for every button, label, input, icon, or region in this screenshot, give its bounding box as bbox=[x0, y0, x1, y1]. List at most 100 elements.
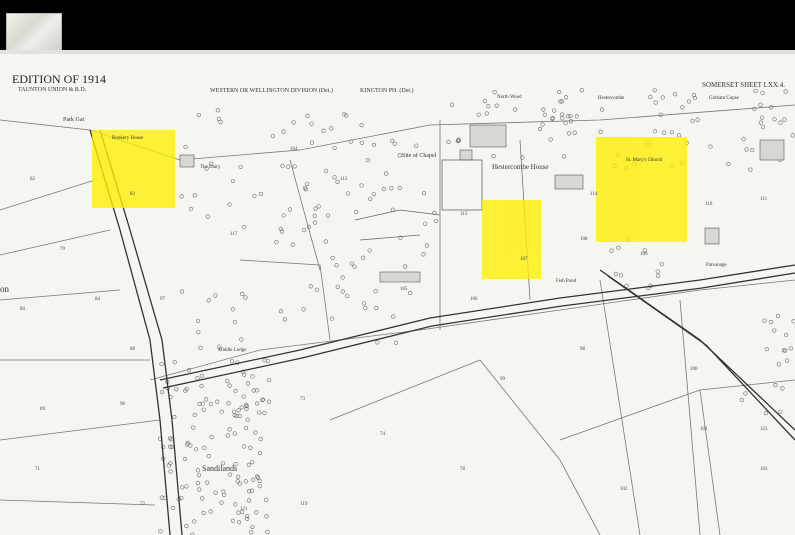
tree-symbol bbox=[216, 116, 221, 122]
tree-symbol bbox=[286, 164, 291, 169]
parcel-number: 84 bbox=[95, 297, 101, 302]
tree-symbol bbox=[708, 144, 713, 149]
tree-symbol bbox=[741, 137, 746, 142]
tree-symbol bbox=[421, 252, 426, 257]
tree-symbol bbox=[572, 130, 577, 135]
parcel-number: 119 bbox=[300, 502, 308, 507]
tree-symbol bbox=[180, 485, 185, 490]
tree-symbol bbox=[359, 183, 364, 188]
tree-symbol bbox=[182, 456, 188, 462]
tree-symbol bbox=[541, 107, 546, 112]
tree-symbol bbox=[368, 196, 373, 201]
tree-symbol bbox=[652, 88, 657, 93]
tree-symbol bbox=[219, 500, 224, 505]
parcel-number: 100 bbox=[690, 367, 698, 372]
tree-symbol bbox=[330, 255, 335, 261]
parcel-number: 83 bbox=[130, 192, 136, 197]
tree-symbol bbox=[785, 358, 790, 363]
tree-symbol bbox=[195, 376, 200, 381]
tree-symbol bbox=[321, 128, 326, 133]
tree-symbol bbox=[308, 284, 313, 289]
tree-symbol bbox=[241, 394, 246, 399]
highlight-hestercombe-south[interactable] bbox=[482, 200, 541, 279]
tree-symbol bbox=[230, 178, 236, 184]
tree-symbol bbox=[613, 271, 618, 276]
tree-symbol bbox=[574, 114, 579, 119]
tree-symbol bbox=[213, 490, 218, 495]
tree-symbol bbox=[758, 120, 763, 125]
tree-symbol bbox=[179, 194, 184, 199]
place-fish-pond: Fish Pond bbox=[556, 279, 577, 284]
tree-symbol bbox=[374, 305, 379, 311]
tree-symbol bbox=[762, 318, 767, 323]
tree-symbol bbox=[264, 497, 269, 502]
tree-symbol bbox=[215, 108, 220, 113]
tree-symbol bbox=[301, 307, 306, 312]
tree-symbol bbox=[655, 273, 661, 278]
tree-symbol bbox=[209, 401, 214, 407]
tree-symbol bbox=[653, 100, 658, 105]
tree-symbol bbox=[648, 94, 653, 99]
tree-symbol bbox=[618, 273, 624, 278]
tree-symbol bbox=[769, 319, 774, 325]
tree-symbol bbox=[775, 313, 781, 319]
parcel-number: 74 bbox=[380, 432, 386, 437]
tree-symbol bbox=[227, 383, 232, 388]
tree-symbol bbox=[672, 92, 678, 97]
tree-symbol bbox=[482, 99, 488, 104]
tree-symbol bbox=[739, 397, 744, 403]
parish-label: KINGTON PH. (Det.) bbox=[360, 88, 414, 94]
tree-symbol bbox=[332, 145, 337, 151]
tree-symbol bbox=[226, 401, 231, 406]
tree-symbol bbox=[658, 112, 663, 117]
tree-symbol bbox=[393, 340, 399, 345]
tree-symbol bbox=[760, 125, 766, 130]
tree-symbol bbox=[250, 460, 255, 465]
tree-symbol bbox=[252, 193, 257, 198]
highlight-st-marys[interactable] bbox=[596, 137, 687, 242]
tree-symbol bbox=[245, 381, 251, 386]
tree-symbol bbox=[243, 479, 248, 484]
tree-symbol bbox=[566, 114, 571, 119]
place-hestercombe-top: Hestercombe bbox=[598, 96, 625, 101]
tree-symbol bbox=[690, 118, 695, 123]
tree-symbol bbox=[242, 444, 247, 449]
tree-symbol bbox=[329, 126, 334, 131]
place-the-dairy: The Dairy bbox=[200, 165, 221, 170]
tree-symbol bbox=[243, 295, 248, 300]
tree-symbol bbox=[266, 377, 272, 383]
tree-symbol bbox=[772, 117, 777, 122]
tree-symbol bbox=[491, 154, 496, 159]
tree-symbol bbox=[660, 95, 665, 100]
parcel-number: 111 bbox=[760, 197, 768, 202]
parcel-number: 121 bbox=[240, 507, 248, 512]
tree-symbol bbox=[249, 530, 254, 535]
tree-symbol bbox=[772, 328, 777, 333]
tree-symbol bbox=[389, 186, 394, 191]
tree-symbol bbox=[236, 474, 241, 479]
tree-symbol bbox=[195, 318, 201, 324]
tree-symbol bbox=[205, 214, 210, 219]
tree-symbol bbox=[769, 105, 774, 110]
tree-symbol bbox=[258, 437, 263, 442]
tree-symbol bbox=[563, 95, 569, 100]
tree-symbol bbox=[492, 90, 497, 95]
tree-symbol bbox=[184, 523, 189, 529]
tree-symbol bbox=[392, 141, 397, 146]
tree-symbol bbox=[222, 492, 227, 498]
tree-symbol bbox=[367, 248, 372, 253]
tree-symbol bbox=[334, 263, 339, 268]
tree-symbol bbox=[434, 218, 439, 224]
tree-symbol bbox=[232, 431, 237, 436]
tree-symbol bbox=[197, 487, 202, 492]
parcel-number: 72 bbox=[140, 502, 146, 507]
parcel-number: 96 bbox=[120, 402, 126, 407]
tree-symbol bbox=[778, 409, 783, 414]
tree-symbol bbox=[540, 122, 545, 127]
tree-symbol bbox=[778, 120, 783, 125]
tree-symbol bbox=[253, 430, 258, 435]
edition-label: EDITION OF 1914 bbox=[12, 72, 106, 86]
parcel-number: 79 bbox=[60, 247, 66, 252]
tree-symbol bbox=[559, 112, 565, 117]
tree-symbol bbox=[313, 220, 318, 225]
